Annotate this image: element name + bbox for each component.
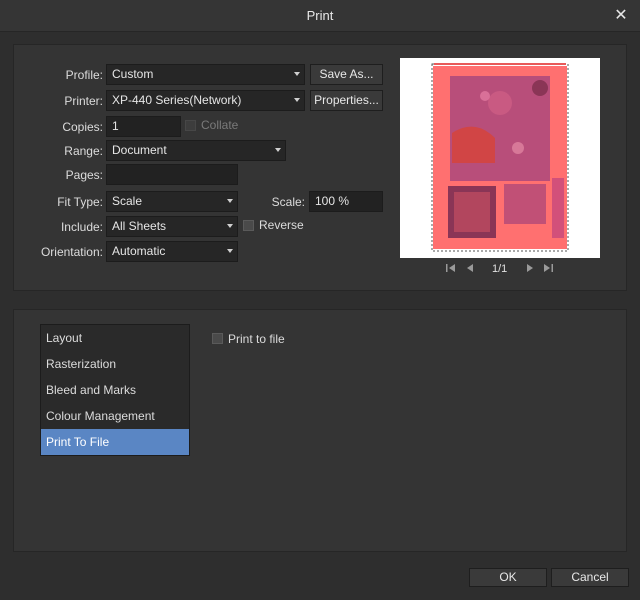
profile-label: Profile: <box>65 68 103 82</box>
pages-input[interactable] <box>106 164 238 185</box>
collate-label: Collate <box>201 118 239 132</box>
section-item-layout[interactable]: Layout <box>41 325 189 351</box>
section-item-rasterization[interactable]: Rasterization <box>41 351 189 377</box>
section-item-colour-management[interactable]: Colour Management <box>41 403 189 429</box>
first-page-icon[interactable] <box>445 262 457 276</box>
printer-value: XP-440 Series(Network) <box>112 93 242 107</box>
range-select[interactable]: Document <box>106 140 286 161</box>
cancel-button[interactable]: Cancel <box>551 568 629 587</box>
profile-select[interactable]: Custom <box>106 64 305 85</box>
chevron-down-icon <box>294 72 300 76</box>
fit-type-label: Fit Type: <box>57 195 103 209</box>
copies-input[interactable]: 1 <box>106 116 181 137</box>
print-to-file-label: Print to file <box>228 332 285 346</box>
chevron-down-icon <box>294 98 300 102</box>
print-preview <box>400 58 600 258</box>
include-value: All Sheets <box>112 219 167 233</box>
next-page-icon[interactable] <box>524 262 536 276</box>
fit-type-value: Scale <box>112 194 143 208</box>
ok-button[interactable]: OK <box>469 568 547 587</box>
range-label: Range: <box>64 144 103 158</box>
profile-value: Custom <box>112 67 154 81</box>
printer-select[interactable]: XP-440 Series(Network) <box>106 90 305 111</box>
fit-type-select[interactable]: Scale <box>106 191 238 212</box>
prev-page-icon[interactable] <box>464 262 476 276</box>
pages-label: Pages: <box>65 168 103 182</box>
save-as-button[interactable]: Save As... <box>310 64 383 85</box>
scale-label: Scale: <box>271 195 305 209</box>
last-page-icon[interactable] <box>542 262 554 276</box>
printer-label: Printer: <box>64 94 103 108</box>
reverse-label: Reverse <box>259 218 304 232</box>
orientation-value: Automatic <box>112 244 166 258</box>
page-indicator: 1/1 <box>492 263 508 275</box>
section-list: Layout Rasterization Bleed and Marks Col… <box>40 324 190 456</box>
include-select[interactable]: All Sheets <box>106 216 238 237</box>
window-title: Print <box>306 8 334 23</box>
section-item-print-to-file[interactable]: Print To File <box>41 429 189 455</box>
orientation-select[interactable]: Automatic <box>106 241 238 262</box>
chevron-down-icon <box>227 199 233 203</box>
chevron-down-icon <box>275 148 281 152</box>
range-value: Document <box>112 143 167 157</box>
scale-input[interactable]: 100 % <box>309 191 383 212</box>
properties-button[interactable]: Properties... <box>310 90 383 111</box>
print-to-file-checkbox[interactable] <box>212 333 223 344</box>
section-item-bleed-and-marks[interactable]: Bleed and Marks <box>41 377 189 403</box>
preview-page-image <box>400 58 600 258</box>
copies-label: Copies: <box>62 120 103 134</box>
chevron-down-icon <box>227 249 233 253</box>
include-label: Include: <box>60 220 103 234</box>
collate-checkbox[interactable] <box>185 120 196 131</box>
chevron-down-icon <box>227 224 233 228</box>
close-icon[interactable]: ✕ <box>612 7 630 25</box>
orientation-label: Orientation: <box>40 245 103 259</box>
reverse-checkbox[interactable] <box>243 220 254 231</box>
